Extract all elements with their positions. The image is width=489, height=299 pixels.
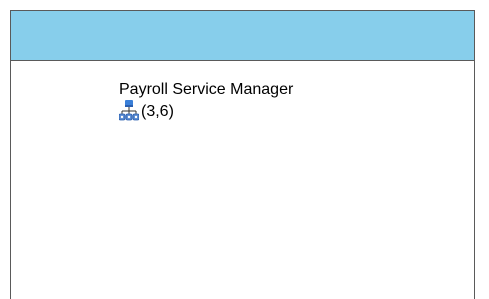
node-card[interactable]: Payroll Service Manager (3,6) xyxy=(119,80,293,122)
header-bar xyxy=(11,11,474,61)
node-coordinates: (3,6) xyxy=(141,103,174,120)
node-title: Payroll Service Manager xyxy=(119,81,294,98)
panel-frame: Payroll Service Manager (3,6) xyxy=(10,10,475,299)
org-chart-icon xyxy=(119,100,139,121)
node-meta: (3,6) xyxy=(119,100,293,122)
